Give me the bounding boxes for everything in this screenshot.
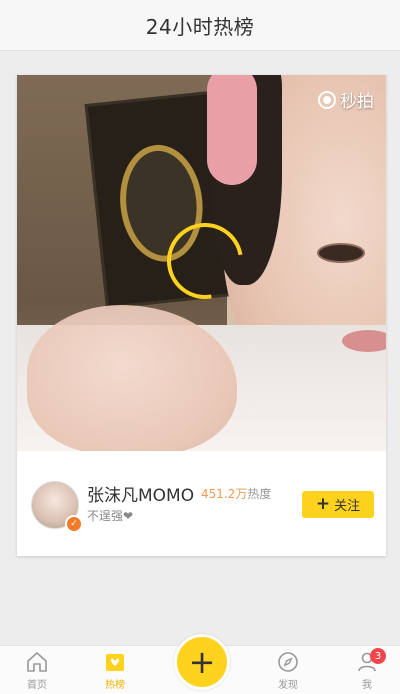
tab-home[interactable]: 首页 bbox=[12, 650, 62, 694]
brand-label: 秒拍 bbox=[340, 92, 374, 112]
tab-hot-list[interactable]: 热榜 bbox=[90, 650, 140, 694]
camera-icon bbox=[318, 90, 336, 109]
plus-icon: + bbox=[315, 494, 331, 514]
video-card: 秒拍 ✓ 张沫凡MOMO 451.2万热度 不逞强❤ + 关注 bbox=[17, 75, 386, 556]
tab-me-label: 我 bbox=[362, 680, 372, 691]
follow-label: 关注 bbox=[334, 499, 361, 514]
user-info-row: ✓ 张沫凡MOMO 451.2万热度 不逞强❤ + 关注 bbox=[17, 451, 386, 556]
brand-watermark: 秒拍 bbox=[318, 87, 374, 112]
tab-discover-label: 发现 bbox=[278, 680, 298, 691]
video-eye bbox=[317, 243, 365, 263]
follow-button[interactable]: + 关注 bbox=[302, 491, 374, 518]
user-bio: 不逞强❤ bbox=[87, 509, 134, 523]
video-headband bbox=[207, 75, 257, 185]
compass-icon bbox=[278, 652, 298, 672]
page-title: 24小时热榜 bbox=[145, 14, 255, 39]
video-player[interactable]: 秒拍 bbox=[17, 75, 386, 451]
video-lips bbox=[342, 330, 386, 352]
tab-me[interactable]: 我 3 bbox=[342, 648, 392, 694]
hot-list-icon bbox=[106, 654, 124, 671]
heat-value: 451.2万 bbox=[201, 487, 248, 501]
user-name[interactable]: 张沫凡MOMO bbox=[87, 481, 194, 506]
create-button[interactable]: + bbox=[174, 634, 230, 690]
verified-badge-icon: ✓ bbox=[65, 515, 83, 533]
plus-icon: + bbox=[188, 643, 216, 681]
top-bar: 24小时热榜 bbox=[0, 0, 400, 51]
notification-badge: 3 bbox=[370, 648, 386, 664]
tab-hot-list-label: 热榜 bbox=[105, 680, 125, 691]
tab-discover[interactable]: 发现 bbox=[263, 650, 313, 694]
heat-label: 热度 bbox=[247, 487, 272, 501]
tab-home-label: 首页 bbox=[27, 680, 47, 691]
home-icon bbox=[27, 652, 47, 672]
heat-score: 451.2万热度 bbox=[201, 485, 271, 502]
